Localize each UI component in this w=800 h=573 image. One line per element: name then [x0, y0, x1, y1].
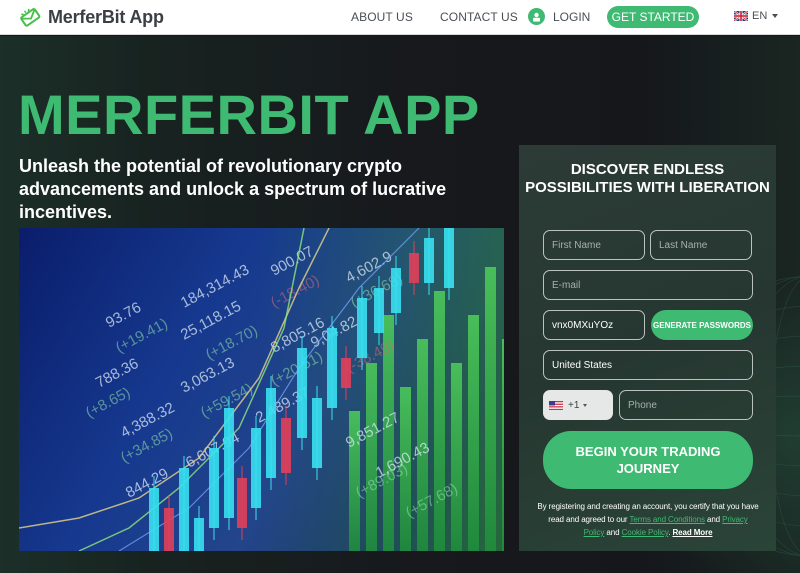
candle-body [209, 448, 219, 528]
last-name-input[interactable] [650, 230, 752, 260]
ticker-value: 788.36 [93, 355, 142, 392]
candle-body [327, 328, 337, 408]
candle-body [409, 253, 419, 283]
volume-bar [468, 315, 479, 551]
password-input[interactable] [543, 310, 645, 340]
volume-bar [485, 267, 496, 551]
legal-text: and [604, 528, 622, 537]
us-flag-icon [549, 400, 563, 410]
trading-chart-image: 184,314.43 25,118.15 (+18.70) 900.07 (-18.40… [19, 228, 504, 551]
country-select[interactable]: United States [543, 350, 753, 380]
logo-icon [20, 8, 41, 27]
candle-body [357, 298, 367, 358]
email-input[interactable] [543, 270, 753, 300]
chevron-down-icon [583, 403, 588, 407]
hero-title: MERFERBIT APP [18, 83, 480, 146]
candle-body [251, 428, 261, 508]
legal-notice: By registering and creating an account, … [537, 500, 759, 539]
ticker-value: 844.29 [123, 465, 172, 502]
candlestick-illustration: 184,314.4325,118.15(+18.70)900.07(-18.40… [19, 228, 504, 551]
candle-body [374, 288, 384, 333]
ticker-value: (+8.65) [83, 384, 133, 422]
candle-body [224, 408, 234, 518]
uk-flag-icon [734, 11, 748, 21]
site-header: MerferBit App ABOUT US CONTACT US LOGIN … [0, 0, 800, 35]
candle-body [266, 388, 276, 478]
generate-passwords-button[interactable]: GENERATE PASSWORDS [651, 310, 753, 340]
logo-text: MerferBit App [48, 6, 164, 27]
candle-body [194, 518, 204, 551]
candle-body [424, 238, 434, 283]
candle-body [391, 268, 401, 313]
volume-bar [366, 363, 377, 551]
phone-input[interactable] [619, 390, 753, 420]
terms-link[interactable]: Terms and Conditions [629, 515, 704, 524]
get-started-button[interactable]: GET STARTED [607, 6, 699, 28]
form-title: DISCOVER ENDLESS POSSIBILITIES WITH LIBE… [525, 161, 770, 196]
phone-code-select[interactable]: +1 [543, 390, 613, 420]
candle-body [297, 348, 307, 438]
phone-code-value: +1 [568, 399, 580, 411]
candle-body [164, 508, 174, 551]
nav-about-us[interactable]: ABOUT US [351, 10, 413, 24]
login-label: LOGIN [553, 9, 591, 24]
country-value: United States [552, 359, 613, 371]
candle-body [281, 418, 291, 473]
begin-trading-button[interactable]: BEGIN YOUR TRADING JOURNEY [543, 431, 753, 489]
legal-text: and [704, 515, 723, 524]
candle-body [179, 468, 189, 551]
volume-bar [451, 363, 462, 551]
language-selector[interactable]: EN [734, 10, 779, 22]
hero-section: MERFERBIT APP Unleash the potential of r… [0, 36, 800, 573]
login-link[interactable]: LOGIN [528, 8, 590, 25]
hero-subtitle: Unleash the potential of revolutionary c… [19, 156, 447, 222]
volume-bar [502, 339, 504, 551]
cookie-link[interactable]: Cookie Policy [622, 528, 669, 537]
candle-body [341, 358, 351, 388]
language-code: EN [752, 10, 768, 22]
signup-form: DISCOVER ENDLESS POSSIBILITIES WITH LIBE… [519, 145, 776, 551]
candle-body [312, 398, 322, 468]
ticker-value: 184,314.43 [178, 261, 252, 311]
candle-body [444, 228, 454, 288]
volume-bar [434, 291, 445, 551]
nav-contact-us[interactable]: CONTACT US [440, 10, 518, 24]
candle-body [237, 478, 247, 528]
read-more-link[interactable]: Read More [672, 528, 712, 537]
chevron-down-icon [772, 14, 779, 18]
user-icon [528, 8, 545, 25]
candle-body [149, 488, 159, 551]
logo[interactable]: MerferBit App [19, 6, 164, 28]
ticker-value: 93.76 [103, 299, 144, 332]
first-name-input[interactable] [543, 230, 645, 260]
